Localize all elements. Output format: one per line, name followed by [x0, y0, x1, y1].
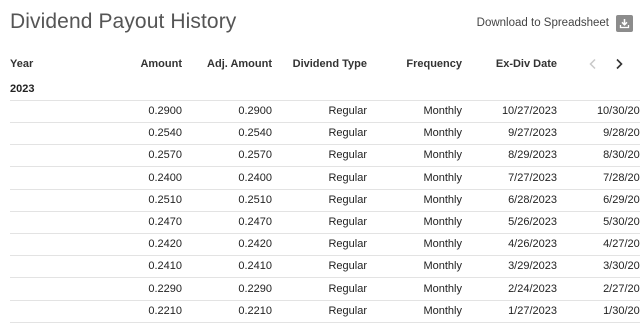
column-header-dividend-type: Dividend Type: [292, 58, 367, 70]
cell-frequency: Monthly: [423, 282, 462, 295]
cell-dividend-type: Regular: [328, 171, 367, 184]
cell-dividend-type: Regular: [328, 105, 367, 117]
cell-ex-div-date: 2/24/2023: [508, 282, 557, 295]
cell-dividend-type: Regular: [328, 238, 367, 251]
chevron-left-icon: [589, 58, 596, 70]
cell-amount: 0.2400: [148, 171, 182, 184]
cell-record-date: 7/28/2023: [603, 171, 640, 184]
cell-amount: 0.2420: [148, 238, 182, 251]
column-header-ex-div-date: Ex-Div Date: [495, 58, 557, 70]
download-spreadsheet-button[interactable]: Download to Spreadsheet: [477, 14, 633, 32]
cell-dividend-type: Regular: [328, 304, 367, 317]
cell-amount: 0.2900: [148, 105, 182, 117]
cell-ex-div-date: 6/28/2023: [508, 193, 557, 206]
cell-record-date: 10/30/2023: [596, 105, 640, 117]
cell-record-date: 1/30/2023: [603, 304, 640, 317]
table-row: 0.2470 0.2470 Regular Monthly 5/26/2023 5/30/…: [10, 211, 640, 234]
cell-ex-div-date: 3/29/2023: [508, 260, 557, 273]
table-row: 0.2540 0.2540 Regular Monthly 9/27/2023 9/28/…: [10, 122, 640, 146]
cell-record-date: 9/28/2023: [603, 127, 640, 140]
cell-adj-amount: 0.2900: [238, 105, 272, 117]
cell-ex-div-date: 10/27/2023: [501, 105, 557, 117]
cell-amount: 0.2540: [148, 127, 182, 140]
cell-adj-amount: 0.2540: [238, 127, 272, 140]
year-group-label: 2023: [10, 83, 35, 95]
cell-record-date: 5/30/2023: [603, 216, 640, 228]
table-row: 0.2400 0.2400 Regular Monthly 7/27/2023 7/28/…: [10, 167, 640, 190]
cell-adj-amount: 0.2470: [238, 216, 272, 228]
cell-ex-div-date: 1/27/2023: [508, 304, 557, 317]
table-header-row: Year Amount Adj. Amount Dividend Type Fr…: [10, 52, 640, 76]
download-spreadsheet-label: Download to Spreadsheet: [476, 17, 609, 29]
cell-ex-div-date: 5/26/2023: [508, 216, 557, 228]
pager-next-button[interactable]: [614, 52, 624, 76]
cell-adj-amount: 0.2410: [238, 260, 272, 273]
cell-ex-div-date: 9/27/2023: [508, 127, 557, 140]
cell-dividend-type: Regular: [328, 260, 367, 273]
column-header-adj-amount: Adj. Amount: [207, 58, 272, 70]
cell-record-date: 6/29/2023: [603, 193, 640, 206]
table-row: 0.2410 0.2410 Regular Monthly 3/29/2023 3/30/…: [10, 255, 640, 279]
cell-frequency: Monthly: [423, 149, 462, 162]
cell-ex-div-date: 7/27/2023: [508, 171, 557, 184]
cell-dividend-type: Regular: [328, 216, 367, 228]
cell-dividend-type: Regular: [328, 127, 367, 140]
cell-record-date: 4/27/2023: [603, 238, 640, 251]
cell-record-date: 3/30/2023: [603, 260, 640, 273]
pager-prev-button[interactable]: [588, 52, 598, 76]
cell-adj-amount: 0.2510: [238, 193, 272, 206]
cell-amount: 0.2570: [148, 149, 182, 162]
cell-adj-amount: 0.2420: [238, 238, 272, 251]
cell-record-date: 2/27/2023: [603, 282, 640, 295]
year-group-row: 2023: [10, 78, 640, 101]
cell-amount: 0.2510: [148, 193, 182, 206]
cell-adj-amount: 0.2290: [238, 282, 272, 295]
cell-dividend-type: Regular: [328, 149, 367, 162]
cell-amount: 0.2210: [148, 304, 182, 317]
cell-amount: 0.2470: [148, 216, 182, 228]
cell-frequency: Monthly: [423, 105, 462, 117]
dividend-history-table: Year Amount Adj. Amount Dividend Type Fr…: [0, 52, 640, 325]
cell-frequency: Monthly: [423, 171, 462, 184]
cell-frequency: Monthly: [423, 238, 462, 251]
cell-dividend-type: Regular: [328, 193, 367, 206]
cell-adj-amount: 0.2400: [238, 171, 272, 184]
table-row: 0.2420 0.2420 Regular Monthly 4/26/2023 4/27/…: [10, 233, 640, 257]
cell-ex-div-date: 4/26/2023: [508, 238, 557, 251]
cell-amount: 0.2410: [148, 260, 182, 273]
cell-frequency: Monthly: [423, 127, 462, 140]
cell-frequency: Monthly: [423, 193, 462, 206]
cell-frequency: Monthly: [423, 304, 462, 317]
table-row: 0.2210 0.2210 Regular Monthly 1/27/2023 1/30/…: [10, 300, 640, 323]
column-header-frequency: Frequency: [406, 58, 462, 70]
chevron-right-icon: [616, 58, 623, 70]
table-row: 0.2290 0.2290 Regular Monthly 2/24/2023 2/27/…: [10, 278, 640, 301]
table-row: 0.2570 0.2570 Regular Monthly 8/29/2023 8/30/…: [10, 144, 640, 168]
cell-record-date: 8/30/2023: [603, 149, 640, 162]
column-header-amount: Amount: [140, 58, 182, 70]
page-title: Dividend Payout History: [10, 10, 237, 33]
cell-amount: 0.2290: [148, 282, 182, 295]
table-row: 0.2510 0.2510 Regular Monthly 6/28/2023 6/29/…: [10, 189, 640, 212]
cell-ex-div-date: 8/29/2023: [508, 149, 557, 162]
cell-dividend-type: Regular: [328, 282, 367, 295]
cell-frequency: Monthly: [423, 216, 462, 228]
cell-frequency: Monthly: [423, 260, 462, 273]
table-row: 0.2900 0.2900 Regular Monthly 10/27/2023 10/3…: [10, 100, 640, 123]
download-icon: [616, 14, 633, 32]
cell-adj-amount: 0.2210: [238, 304, 272, 317]
cell-adj-amount: 0.2570: [238, 149, 272, 162]
